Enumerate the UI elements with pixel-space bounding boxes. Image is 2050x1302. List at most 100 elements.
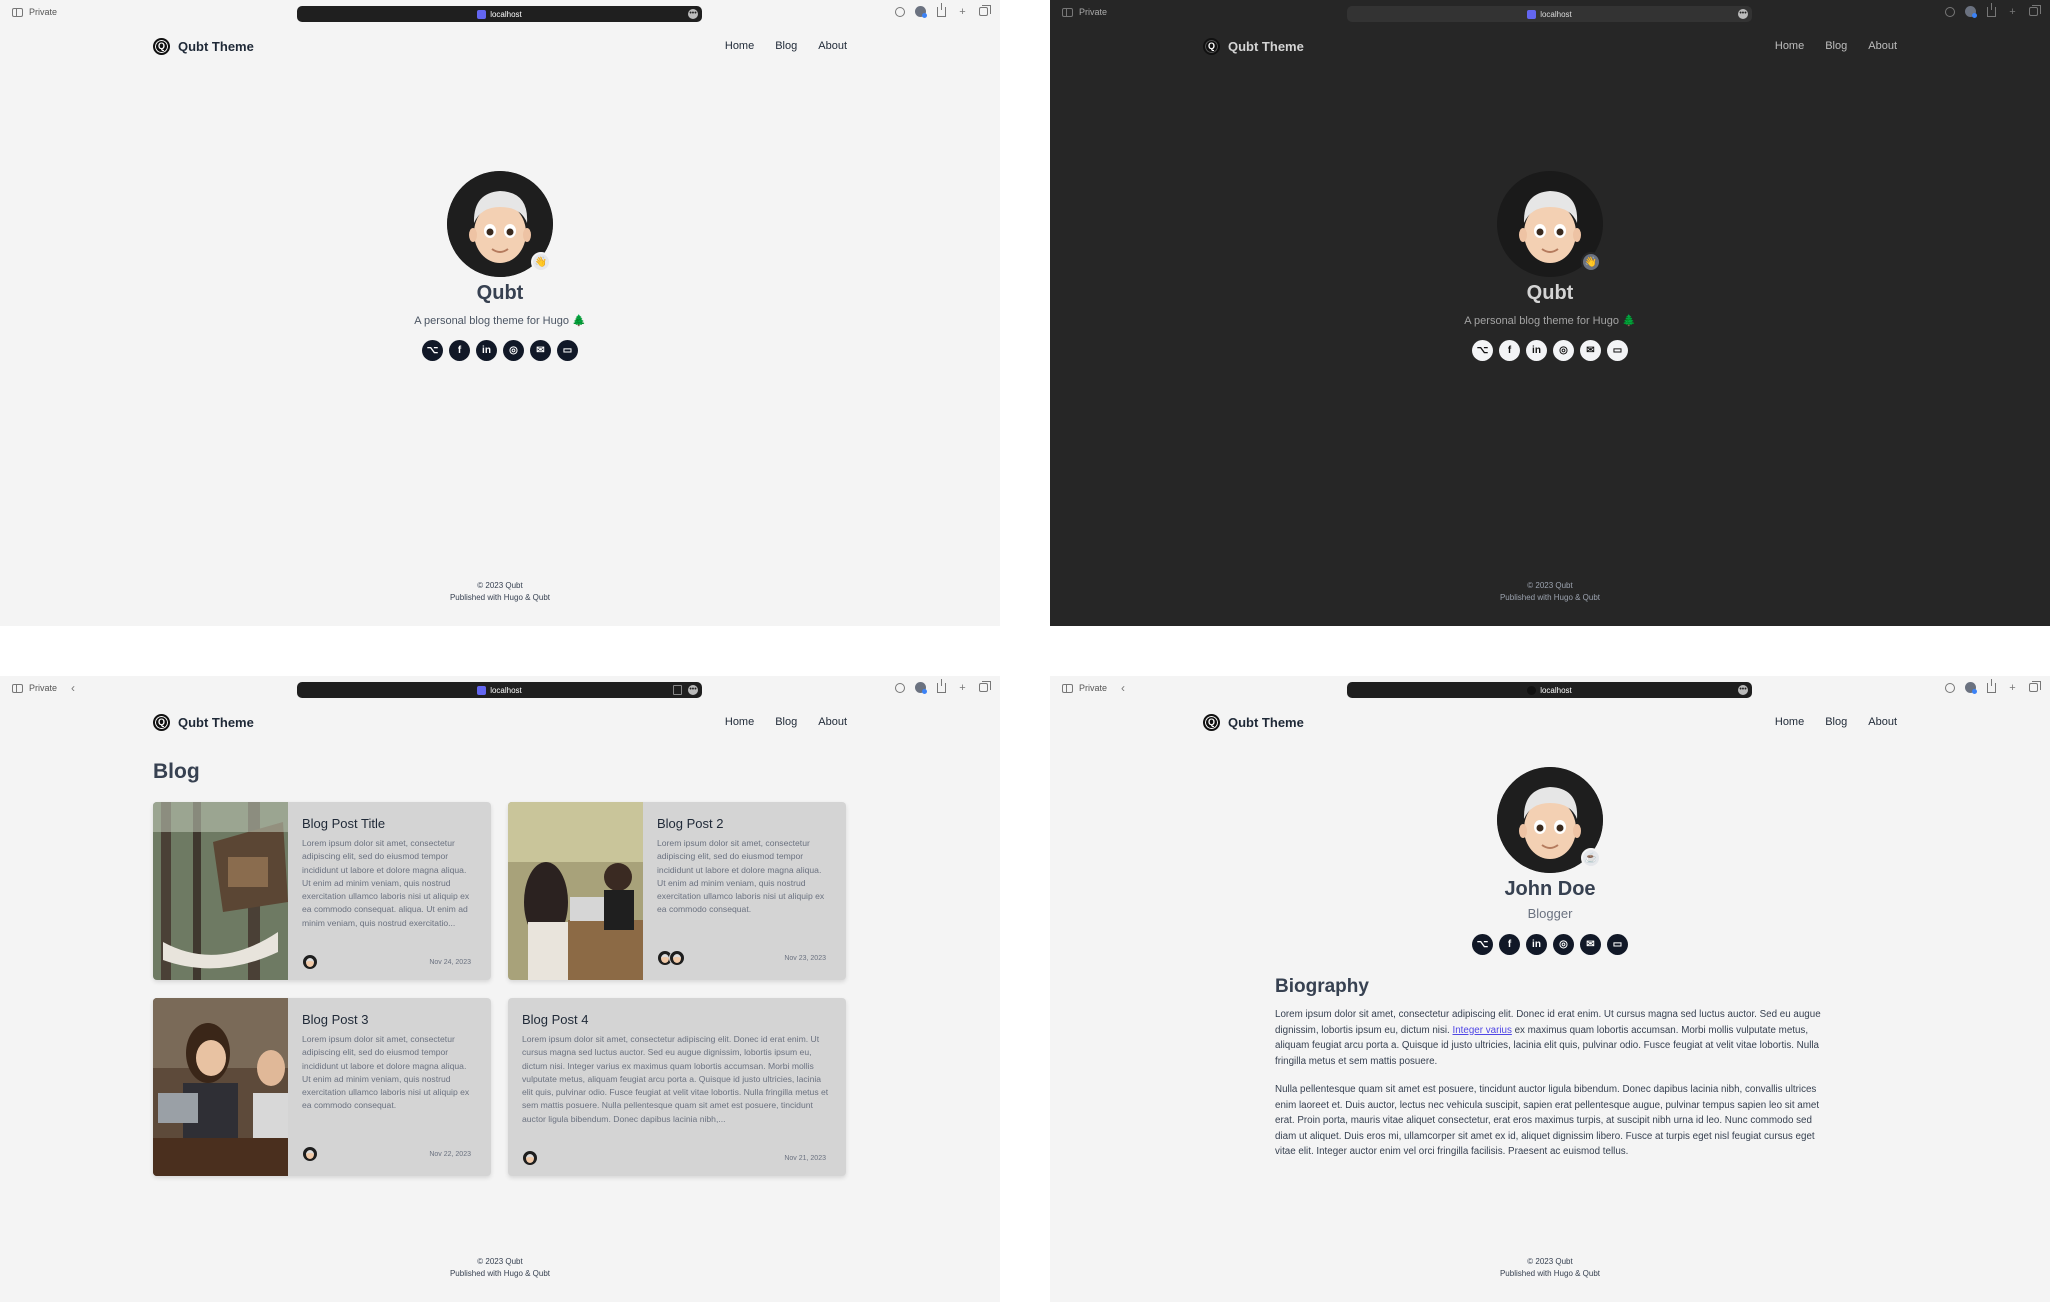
more-icon[interactable]: ••• [1738, 9, 1748, 19]
sidebar-toggle-icon[interactable] [12, 7, 23, 17]
about-view: Private ‹ localhost ••• + Q Qubt Theme H… [1050, 676, 2050, 1302]
sidebar-toggle-icon[interactable] [1062, 683, 1073, 693]
instagram-icon[interactable]: ◎ [1553, 340, 1574, 361]
post-image-hammock [153, 802, 288, 980]
reader-icon[interactable] [673, 685, 682, 695]
linkedin-icon[interactable]: in [476, 340, 497, 361]
extension-icon[interactable] [1964, 5, 1977, 18]
back-chevron-icon[interactable]: ‹ [71, 682, 75, 694]
browser-toolbar: Private ‹ localhost ••• + [1050, 676, 2050, 704]
nav-blog[interactable]: Blog [1825, 716, 1847, 728]
address-bar[interactable]: localhost ••• [297, 682, 702, 698]
footer-copyright: © 2023 Qubt [477, 1257, 523, 1266]
extension-icon[interactable] [1964, 681, 1977, 694]
nav-about[interactable]: About [1868, 716, 1897, 728]
download-icon[interactable] [1943, 681, 1956, 694]
nav-home[interactable]: Home [725, 716, 754, 728]
site-header: Q Qubt Theme Home Blog About [1203, 712, 1897, 732]
email-icon[interactable]: ✉ [530, 340, 551, 361]
instagram-icon[interactable]: ◎ [503, 340, 524, 361]
linkedin-icon[interactable]: in [1526, 340, 1547, 361]
brand-link[interactable]: Q Qubt Theme [153, 37, 254, 55]
email-icon[interactable]: ✉ [1580, 340, 1601, 361]
address-bar[interactable]: localhost ••• [1347, 6, 1752, 22]
nav-about[interactable]: About [1868, 40, 1897, 52]
nav-home[interactable]: Home [1775, 40, 1804, 52]
share-icon[interactable] [1985, 2, 1998, 18]
github-icon[interactable]: ⌥ [422, 340, 443, 361]
site-footer: © 2023 Qubt Published with Hugo & Qubt [1050, 580, 2050, 604]
nav-about[interactable]: About [818, 716, 847, 728]
nav-home[interactable]: Home [1775, 716, 1804, 728]
post-title[interactable]: Blog Post Title [302, 816, 477, 831]
more-icon[interactable]: ••• [1738, 685, 1748, 695]
share-icon[interactable] [935, 2, 948, 18]
new-tab-icon[interactable]: + [2006, 681, 2019, 694]
more-icon[interactable]: ••• [688, 685, 698, 695]
facebook-icon[interactable]: f [1499, 340, 1520, 361]
brand-link[interactable]: Q Qubt Theme [1203, 37, 1304, 55]
blog-card[interactable]: Blog Post 2 Lorem ipsum dolor sit amet, … [508, 802, 846, 980]
bio-link[interactable]: Integer varius [1453, 1025, 1512, 1036]
main-nav: Home Blog About [1775, 40, 1897, 52]
blog-card[interactable]: Blog Post 4 Lorem ipsum dolor sit amet, … [508, 998, 846, 1176]
more-icon[interactable]: ••• [688, 9, 698, 19]
brand-logo-icon: Q [153, 37, 170, 55]
email-icon[interactable]: ✉ [1580, 934, 1601, 955]
site-header: Q Qubt Theme Home Blog About [153, 712, 847, 732]
tab-overview-icon[interactable] [2027, 681, 2041, 694]
post-title[interactable]: Blog Post 4 [522, 1012, 832, 1027]
nav-blog[interactable]: Blog [1825, 40, 1847, 52]
site-footer: © 2023 Qubt Published with Hugo & Qubt [0, 580, 1000, 604]
facebook-icon[interactable]: f [449, 340, 470, 361]
share-icon[interactable] [1985, 678, 1998, 694]
bio-paragraph: Lorem ipsum dolor sit amet, consectetur … [1275, 1007, 1835, 1069]
linkedin-icon[interactable]: in [1526, 934, 1547, 955]
download-icon[interactable] [893, 681, 906, 694]
share-icon[interactable] [935, 678, 948, 694]
profile-name: John Doe [1504, 878, 1596, 900]
tab-overview-icon[interactable] [977, 5, 991, 18]
brand-link[interactable]: Q Qubt Theme [153, 713, 254, 731]
private-label: Private [1079, 683, 1108, 693]
nav-blog[interactable]: Blog [775, 716, 797, 728]
extension-icon[interactable] [914, 681, 927, 694]
download-icon[interactable] [1943, 5, 1956, 18]
nav-blog[interactable]: Blog [775, 40, 797, 52]
extension-icon[interactable] [914, 5, 927, 18]
profile-name: Qubt [476, 282, 524, 304]
back-chevron-icon[interactable]: ‹ [1121, 682, 1125, 694]
tab-overview-icon[interactable] [2027, 5, 2041, 18]
instagram-icon[interactable]: ◎ [1553, 934, 1574, 955]
new-tab-icon[interactable]: + [956, 681, 969, 694]
url-text: localhost [1540, 9, 1572, 19]
post-title[interactable]: Blog Post 2 [657, 816, 832, 831]
browser-toolbar: Private localhost ••• + [1050, 0, 2050, 28]
nav-home[interactable]: Home [725, 40, 754, 52]
favicon-icon [1527, 685, 1537, 695]
sidebar-toggle-icon[interactable] [1062, 7, 1073, 17]
sidebar-toggle-icon[interactable] [12, 683, 23, 693]
post-title[interactable]: Blog Post 3 [302, 1012, 477, 1027]
laptop-icon[interactable]: ▭ [557, 340, 578, 361]
bio-paragraph: Nulla pellentesque quam sit amet est pos… [1275, 1084, 1820, 1157]
address-bar[interactable]: localhost ••• [297, 6, 702, 22]
tab-overview-icon[interactable] [977, 681, 991, 694]
new-tab-icon[interactable]: + [956, 5, 969, 18]
github-icon[interactable]: ⌥ [1472, 340, 1493, 361]
laptop-icon[interactable]: ▭ [1607, 934, 1628, 955]
blog-card[interactable]: Blog Post 3 Lorem ipsum dolor sit amet, … [153, 998, 491, 1176]
address-bar[interactable]: localhost ••• [1347, 682, 1752, 698]
social-links: ⌥ f in ◎ ✉ ▭ [420, 340, 580, 361]
new-tab-icon[interactable]: + [2006, 5, 2019, 18]
favicon-icon [477, 9, 487, 19]
facebook-icon[interactable]: f [1499, 934, 1520, 955]
blog-card[interactable]: Blog Post Title Lorem ipsum dolor sit am… [153, 802, 491, 980]
site-header: Q Qubt Theme Home Blog About [1203, 36, 1897, 56]
url-text: localhost [490, 9, 522, 19]
nav-about[interactable]: About [818, 40, 847, 52]
laptop-icon[interactable]: ▭ [1607, 340, 1628, 361]
brand-link[interactable]: Q Qubt Theme [1203, 713, 1304, 731]
download-icon[interactable] [893, 5, 906, 18]
github-icon[interactable]: ⌥ [1472, 934, 1493, 955]
